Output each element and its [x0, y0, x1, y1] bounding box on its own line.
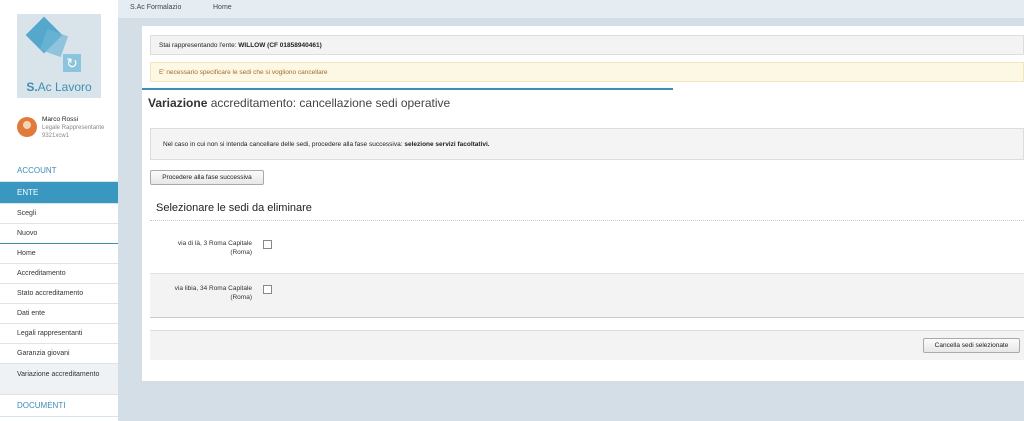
title-underline	[142, 88, 673, 90]
logo-swirl-icon: ↻	[63, 54, 81, 72]
form-actions: Cancella sedi selezionate	[150, 330, 1024, 360]
sidebar-item-garanzia-giovani[interactable]: Garanzia giovani	[0, 344, 118, 364]
sidebar-nav: ACCOUNT ENTE Scegli Nuovo Home Accredita…	[0, 160, 118, 417]
page-title: Variazione accreditamento: cancellazione…	[148, 96, 451, 110]
section-title: Selezionare le sedi da eliminare	[156, 202, 312, 214]
sidebar-section-account[interactable]: ACCOUNT	[0, 160, 118, 182]
sidebar-item-stato-accreditamento[interactable]: Stato accreditamento	[0, 284, 118, 304]
delete-selected-button[interactable]: Cancella sedi selezionate	[923, 338, 1020, 353]
sede-row: via di là, 3 Roma Capitale (Roma)	[150, 228, 1024, 274]
user-name: Marco Rossi	[42, 116, 79, 123]
sede-address: via di là, 3 Roma Capitale (Roma)	[177, 240, 252, 256]
user-role: Legale Rappresentante	[42, 125, 105, 131]
sidebar-section-documenti[interactable]: DOCUMENTI	[0, 395, 118, 417]
main-panel: Stai rappresentando l'ente: WILLOW (CF 0…	[142, 26, 1024, 381]
sidebar: ↻ S.Ac Lavoro Marco Rossi Legale Rappres…	[0, 0, 118, 421]
warning-alert: E' necessario specificare le sedi che si…	[150, 62, 1024, 82]
info-note: Nel caso in cui non si intenda cancellar…	[150, 128, 1024, 160]
sidebar-item-accreditamento[interactable]: Accreditamento	[0, 264, 118, 284]
sidebar-item-home[interactable]: Home	[0, 244, 118, 264]
sidebar-item-nuovo[interactable]: Nuovo	[0, 224, 118, 244]
info-note-bold: selezione servizi facoltativi.	[404, 141, 490, 148]
app-logo[interactable]: ↻ S.Ac Lavoro	[17, 14, 101, 98]
sidebar-item-legali-rappresentanti[interactable]: Legali rappresentanti	[0, 324, 118, 344]
topbar-link-home[interactable]: Home	[213, 4, 232, 11]
user-code: 9321xcw1	[42, 133, 70, 139]
entity-info-prefix: Stai rappresentando l'ente:	[159, 42, 239, 49]
sede-address: via libia, 34 Roma Capitale (Roma)	[174, 285, 252, 301]
sede-checkbox[interactable]	[263, 285, 272, 294]
avatar	[17, 117, 37, 137]
sidebar-item-variazione-accreditamento[interactable]: Variazione accreditamento	[0, 364, 118, 395]
info-note-text: Nel caso in cui non si intenda cancellar…	[163, 141, 405, 148]
section-divider	[150, 220, 1024, 221]
topbar-link-sac-formalazio[interactable]: S.Ac Formalazio	[130, 4, 181, 11]
sidebar-item-scegli[interactable]: Scegli	[0, 204, 118, 224]
sede-checkbox[interactable]	[263, 240, 272, 249]
next-phase-button[interactable]: Procedere alla fase successiva	[150, 170, 264, 185]
entity-info-name: WILLOW (CF 01858940461)	[238, 42, 322, 49]
logo-text: S.Ac Lavoro	[26, 80, 92, 94]
user-profile: Marco Rossi Legale Rappresentante 9321xc…	[17, 116, 117, 144]
sidebar-section-ente[interactable]: ENTE	[0, 182, 118, 204]
sede-row: via libia, 34 Roma Capitale (Roma)	[150, 274, 1024, 318]
entity-info-alert: Stai rappresentando l'ente: WILLOW (CF 0…	[150, 35, 1024, 55]
top-navbar: S.Ac Formalazio Home	[118, 0, 1024, 18]
sidebar-item-dati-ente[interactable]: Dati ente	[0, 304, 118, 324]
